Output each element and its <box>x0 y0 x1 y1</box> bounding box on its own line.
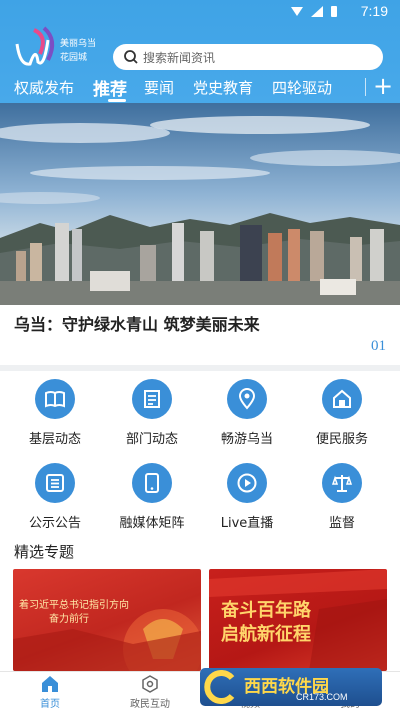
card2-line2: 启航新征程 <box>221 624 311 645</box>
svg-text:美丽乌当: 美丽乌当 <box>60 37 96 49</box>
grid-label: 畅游乌当 <box>220 432 273 447</box>
search-placeholder: 搜索新闻资讯 <box>143 51 216 65</box>
banner-caption[interactable]: 乌当：守护绿水青山 筑梦美丽未来 01 <box>0 305 400 365</box>
grid-item-live[interactable]: Live直播 <box>197 459 297 539</box>
channel-tabs: 权威发布 推荐 要闻 党史教育 四轮驱动 <box>0 74 400 102</box>
wifi-icon <box>291 7 303 16</box>
featured-card-1[interactable]: 着习近平总书记指引方向 奋力前行 <box>13 569 201 671</box>
grid-label: 公示公告 <box>28 516 81 531</box>
featured-card-2[interactable]: 奋斗百年路 启航新征程 <box>209 569 387 671</box>
book-icon <box>35 379 75 419</box>
card2-line1: 奋斗百年路 <box>221 600 311 621</box>
grid-label: 便民服务 <box>315 432 368 447</box>
nav-label: 首页 <box>40 699 60 710</box>
grid-label: Live直播 <box>220 516 274 531</box>
phone-icon <box>132 463 172 503</box>
grid-label: 部门动态 <box>125 432 178 447</box>
watermark-sub: CR173.COM <box>296 692 348 702</box>
grid-item-services[interactable]: 便民服务 <box>292 375 392 455</box>
nav-interaction[interactable]: 政民互动 <box>100 672 200 710</box>
city-landscape-image <box>0 103 400 305</box>
banner-image[interactable] <box>0 103 400 305</box>
watermark-logo-icon <box>204 670 235 704</box>
active-tab-indicator <box>108 99 126 102</box>
card1-line2: 奋力前行 <box>49 614 89 625</box>
list-icon <box>35 463 75 503</box>
nav-label: 政民互动 <box>130 699 170 710</box>
app-logo: 美丽乌当 花园城 <box>15 26 96 66</box>
grid-item-department[interactable]: 部门动态 <box>102 375 202 455</box>
grid-item-grassroots[interactable]: 基层动态 <box>5 375 105 455</box>
nav-home[interactable]: 首页 <box>0 672 100 710</box>
hexagon-icon <box>142 675 158 693</box>
status-time: 7:19 <box>360 3 388 19</box>
tab-party-history[interactable]: 党史教育 <box>193 77 253 98</box>
battery-icon <box>331 6 337 17</box>
location-pin-icon <box>227 379 267 419</box>
tab-authority[interactable]: 权威发布 <box>14 77 74 98</box>
grid-item-supervision[interactable]: 监督 <box>292 459 392 539</box>
play-icon <box>227 463 267 503</box>
grid-item-tour[interactable]: 畅游乌当 <box>197 375 297 455</box>
search-bar[interactable]: 搜索新闻资讯 <box>113 44 383 70</box>
signal-icon <box>311 6 323 17</box>
site-watermark: 西西软件园 CR173.COM <box>200 668 382 706</box>
home-icon <box>42 676 58 692</box>
grid-label: 监督 <box>328 516 355 531</box>
status-icons <box>291 6 337 17</box>
tab-four-wheels[interactable]: 四轮驱动 <box>272 77 332 98</box>
scale-icon <box>322 463 362 503</box>
featured-section-title: 精选专题 <box>14 543 75 561</box>
service-grid: 基层动态 部门动态 畅游乌当 便民服务 公示公告 融媒体矩阵 Live直播 监督 <box>0 371 400 536</box>
tab-divider <box>365 78 366 96</box>
banner-page-indicator: 01 <box>371 338 386 354</box>
home-icon <box>322 379 362 419</box>
document-icon <box>132 379 172 419</box>
status-bar: 7:19 <box>0 0 400 24</box>
app-header: 7:19 美丽乌当 花园城 搜索新闻资讯 权威发布 推荐 要闻 党史教育 四轮驱… <box>0 0 400 103</box>
tab-news[interactable]: 要闻 <box>144 77 174 98</box>
banner-title: 乌当：守护绿水青山 筑梦美丽未来 <box>14 315 260 334</box>
tab-recommend[interactable]: 推荐 <box>93 75 127 100</box>
card1-line1: 着习近平总书记指引方向 <box>19 600 129 611</box>
grid-item-media-matrix[interactable]: 融媒体矩阵 <box>102 459 202 539</box>
grid-label: 融媒体矩阵 <box>119 516 185 531</box>
svg-text:花园城: 花园城 <box>60 51 87 63</box>
grid-item-notice[interactable]: 公示公告 <box>5 459 105 539</box>
search-icon <box>124 50 138 64</box>
add-channel-button[interactable]: + <box>372 74 394 100</box>
grid-label: 基层动态 <box>28 432 81 447</box>
